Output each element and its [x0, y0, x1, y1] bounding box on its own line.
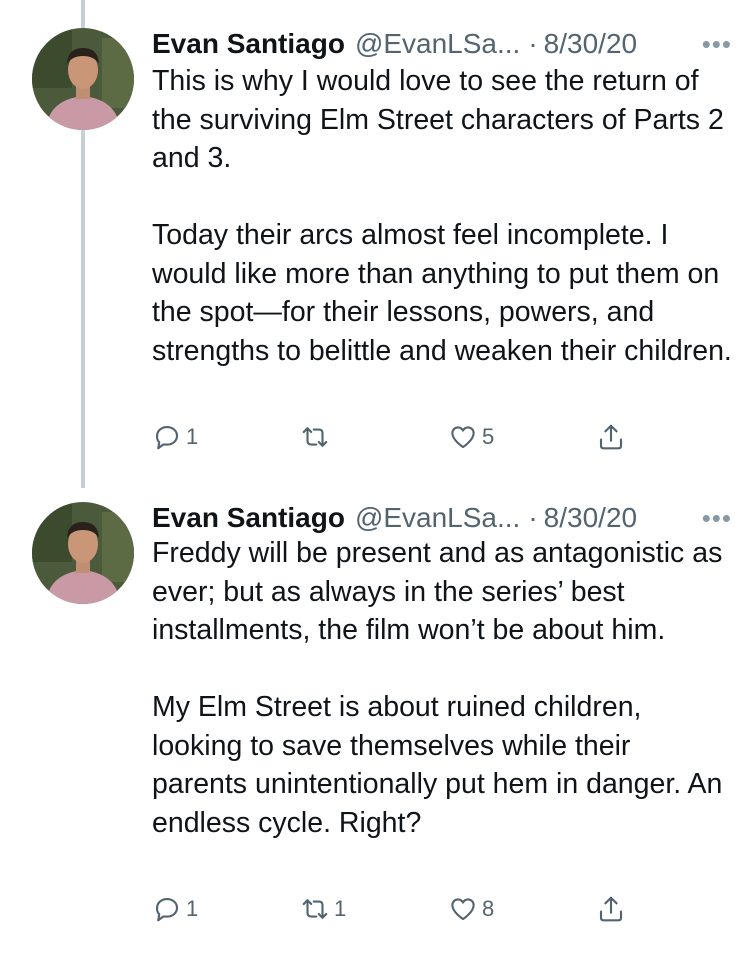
tweet-header: Evan Santiago @EvanLSa... · 8/30/20 •••: [152, 498, 732, 538]
reply-count: 1: [186, 896, 199, 921]
more-horizontal-icon[interactable]: •••: [702, 29, 732, 60]
share-button[interactable]: [596, 422, 626, 452]
tweet-paragraph: This is why I would love to see the retu…: [152, 65, 724, 174]
heart-icon: [451, 898, 475, 921]
reply-icon: [155, 425, 179, 450]
retweet-icon: [302, 427, 328, 447]
display-name[interactable]: Evan Santiago: [152, 502, 345, 534]
reply-button[interactable]: 1: [152, 422, 198, 452]
share-icon: [599, 896, 623, 922]
tweet-header: Evan Santiago @EvanLSa... · 8/30/20 •••: [152, 24, 732, 64]
tweet-actions: 1 5: [152, 422, 632, 456]
retweet-icon: [302, 899, 328, 919]
heart-icon: [451, 426, 475, 449]
tweet-text: This is why I would love to see the retu…: [152, 62, 732, 370]
user-handle[interactable]: @EvanLSa...: [355, 28, 520, 60]
avatar[interactable]: [32, 502, 134, 604]
retweet-button[interactable]: 1: [300, 894, 346, 924]
like-count: 5: [482, 424, 495, 449]
like-button[interactable]: 8: [448, 894, 494, 924]
separator-dot: ·: [528, 502, 538, 533]
retweet-button[interactable]: [300, 422, 334, 452]
like-button[interactable]: 5: [448, 422, 494, 452]
tweet-date[interactable]: 8/30/20: [544, 28, 637, 60]
retweet-count: 1: [334, 896, 347, 921]
reply-button[interactable]: 1: [152, 894, 198, 924]
more-horizontal-icon[interactable]: •••: [702, 503, 732, 534]
reply-count: 1: [186, 424, 199, 449]
share-button[interactable]: [596, 894, 626, 924]
tweet-text: Freddy will be present and as antagonist…: [152, 534, 732, 842]
tweet-paragraph: My Elm Street is about ruined children, …: [152, 691, 723, 839]
like-count: 8: [482, 896, 495, 921]
separator-dot: ·: [528, 28, 538, 59]
tweet-paragraph: Freddy will be present and as antagonist…: [152, 537, 723, 646]
tweet-actions: 1 1 8: [152, 894, 632, 928]
reply-icon: [155, 897, 179, 922]
tweet-date[interactable]: 8/30/20: [544, 502, 637, 534]
user-handle[interactable]: @EvanLSa...: [355, 502, 520, 534]
tweet-paragraph: Today their arcs almost feel incomplete.…: [152, 219, 732, 367]
share-icon: [599, 424, 623, 450]
avatar[interactable]: [32, 28, 134, 130]
display-name[interactable]: Evan Santiago: [152, 28, 345, 60]
